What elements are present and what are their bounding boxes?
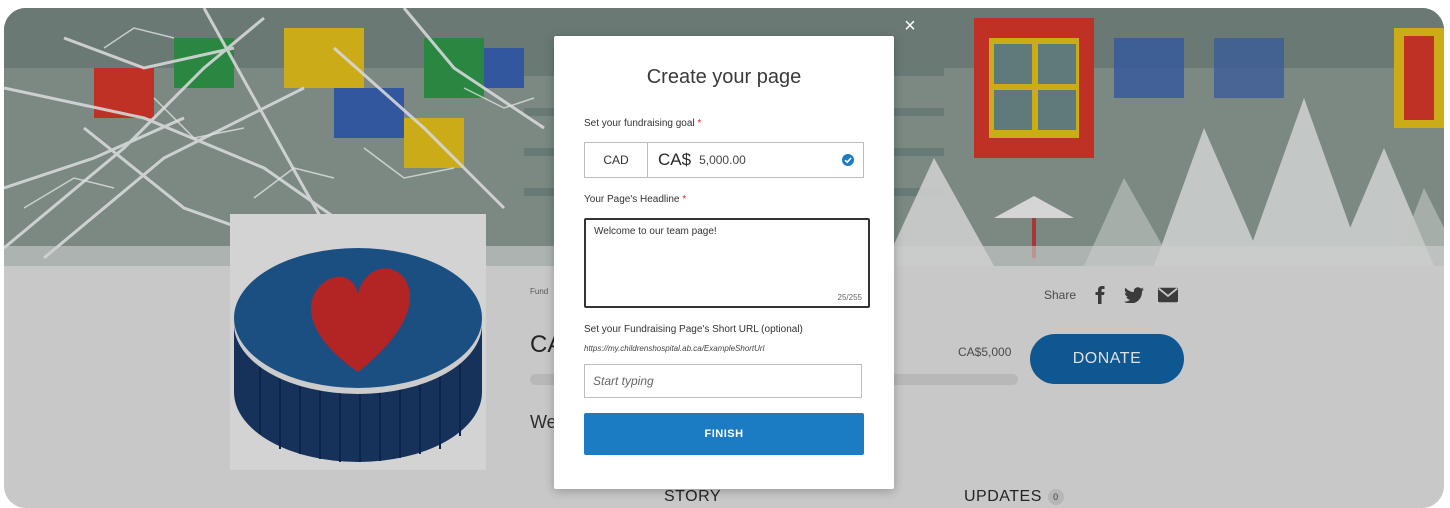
finish-button[interactable]: FINISH (584, 413, 864, 455)
short-url-label: Set your Fundraising Page's Short URL (o… (584, 324, 803, 335)
currency-select[interactable]: CAD (585, 143, 648, 177)
create-page-modal: Create your page Set your fundraising go… (554, 36, 894, 489)
modal-title: Create your page (646, 66, 802, 88)
tab-story[interactable]: STORY (664, 488, 721, 506)
donate-button[interactable]: DONATE (1030, 334, 1184, 384)
headline-label: Your Page's Headline * (584, 194, 686, 205)
headline-label-text: Your Page's Headline (584, 194, 680, 205)
required-marker: * (682, 194, 687, 205)
goal-label-text: Set your fundraising goal (584, 118, 695, 129)
page-headline: We (530, 412, 557, 432)
team-logo-avatar (230, 214, 486, 470)
headline-textarea[interactable]: Welcome to our team page! 25/255 (584, 218, 870, 308)
updates-count-badge: 0 (1047, 489, 1064, 505)
goal-amount-value: 5,000.00 (699, 153, 746, 167)
facebook-icon[interactable] (1090, 285, 1110, 305)
headline-value: Welcome to our team page! (594, 226, 717, 237)
goal-amount: CA$5,000 (958, 345, 1012, 359)
check-icon (841, 153, 855, 167)
twitter-icon[interactable] (1124, 285, 1145, 305)
goal-label: Set your fundraising goal * (584, 118, 701, 129)
currency-symbol: CA$ (658, 150, 692, 169)
tab-updates-label: UPDATES (964, 488, 1042, 505)
goal-field: CAD CA$ 5,000.00 (584, 142, 864, 178)
short-url-input[interactable]: Start typing (584, 364, 862, 398)
page-frame: Fund CA We CA$5,000 DONATE Share STORY U… (4, 8, 1444, 508)
short-url-example: https://my.childrenshospital.ab.ca/Examp… (584, 344, 765, 353)
fundraiser-label: Fund (530, 287, 549, 296)
share-label: Share (1044, 288, 1077, 302)
headline-char-counter: 25/255 (837, 293, 862, 302)
tab-updates[interactable]: UPDATES 0 (964, 488, 1064, 506)
close-icon[interactable]: × (900, 16, 920, 36)
email-icon[interactable] (1158, 285, 1179, 305)
share-bar: Share (1044, 285, 1179, 305)
required-marker: * (697, 118, 702, 129)
goal-amount-input[interactable]: CA$ 5,000.00 (648, 143, 863, 177)
